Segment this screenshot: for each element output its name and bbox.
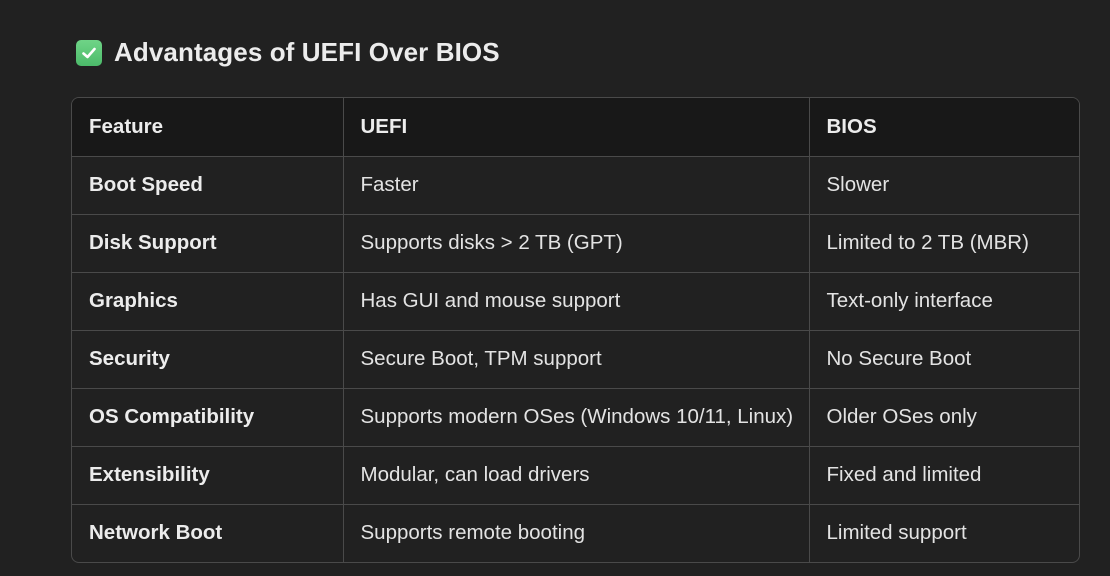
- column-header-feature: Feature: [72, 98, 344, 157]
- check-mark-icon: [76, 39, 102, 66]
- table-row: Graphics Has GUI and mouse support Text-…: [72, 272, 1079, 331]
- table-row: Boot Speed Faster Slower: [72, 156, 1079, 215]
- bios-cell: Limited support: [826, 521, 967, 545]
- column-header-uefi: UEFI: [343, 98, 810, 157]
- bios-cell: Fixed and limited: [809, 446, 1079, 505]
- uefi-cell: Supports disks > 2 TB (GPT): [343, 214, 810, 273]
- column-header-bios: BIOS: [809, 98, 1079, 157]
- table-row: Extensibility Modular, can load drivers …: [72, 446, 1079, 505]
- feature-cell: OS Compatibility: [72, 388, 344, 447]
- uefi-cell: Supports remote booting: [343, 504, 810, 562]
- feature-cell: Network Boot: [72, 504, 344, 562]
- table-row: OS Compatibility Supports modern OSes (W…: [72, 388, 1079, 447]
- bios-cell: Text-only interface: [809, 272, 1079, 331]
- bios-cell: Slower: [809, 156, 1079, 215]
- table-row: Network Boot Supports remote booting Lim…: [72, 504, 1079, 562]
- uefi-cell: Has GUI and mouse support: [343, 272, 810, 331]
- feature-cell: Boot Speed: [72, 156, 344, 215]
- feature-cell: Disk Support: [72, 214, 344, 273]
- comparison-table: Feature UEFI BIOS Boot Speed Faster Slow…: [71, 97, 1080, 563]
- feature-cell: Security: [72, 330, 344, 389]
- uefi-cell: Modular, can load drivers: [343, 446, 810, 505]
- uefi-cell: Faster: [343, 156, 810, 215]
- bios-cell: Limited to 2 TB (MBR): [809, 214, 1079, 273]
- section-title: Advantages of UEFI Over BIOS: [114, 37, 500, 67]
- uefi-cell: Supports modern OSes (Windows 10/11, Lin…: [343, 388, 810, 447]
- uefi-cell: Secure Boot, TPM support: [343, 330, 810, 389]
- section-heading: Advantages of UEFI Over BIOS: [76, 37, 500, 68]
- bios-cell: No Secure Boot: [809, 330, 1079, 389]
- table-row: Security Secure Boot, TPM support No Sec…: [72, 330, 1079, 389]
- table-row: Disk Support Supports disks > 2 TB (GPT)…: [72, 214, 1079, 273]
- table-header-row: Feature UEFI BIOS: [72, 98, 1079, 157]
- feature-cell: Graphics: [72, 272, 344, 331]
- bios-cell: Older OSes only: [809, 388, 1079, 447]
- feature-cell: Extensibility: [72, 446, 344, 505]
